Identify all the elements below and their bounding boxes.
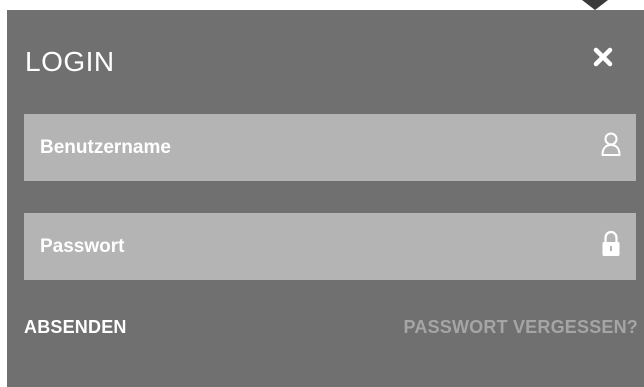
forgot-password-link[interactable]: PASSWORT VERGESSEN?	[404, 317, 639, 337]
login-popup-container: LOGIN Benutzername Passwort ABSENDEN PAS…	[0, 0, 644, 387]
password-placeholder: Passwort	[40, 236, 125, 257]
close-button[interactable]	[591, 45, 615, 69]
login-panel: LOGIN Benutzername Passwort ABSENDEN PAS…	[7, 10, 644, 387]
submit-button[interactable]: ABSENDEN	[24, 317, 127, 337]
password-field[interactable]: Passwort	[24, 213, 636, 280]
close-icon	[593, 47, 613, 67]
username-placeholder: Benutzername	[40, 137, 171, 158]
dropdown-caret-icon	[582, 0, 608, 10]
lock-icon	[602, 230, 620, 256]
login-title: LOGIN	[25, 46, 115, 77]
username-field[interactable]: Benutzername	[24, 114, 636, 181]
user-icon	[601, 132, 621, 156]
